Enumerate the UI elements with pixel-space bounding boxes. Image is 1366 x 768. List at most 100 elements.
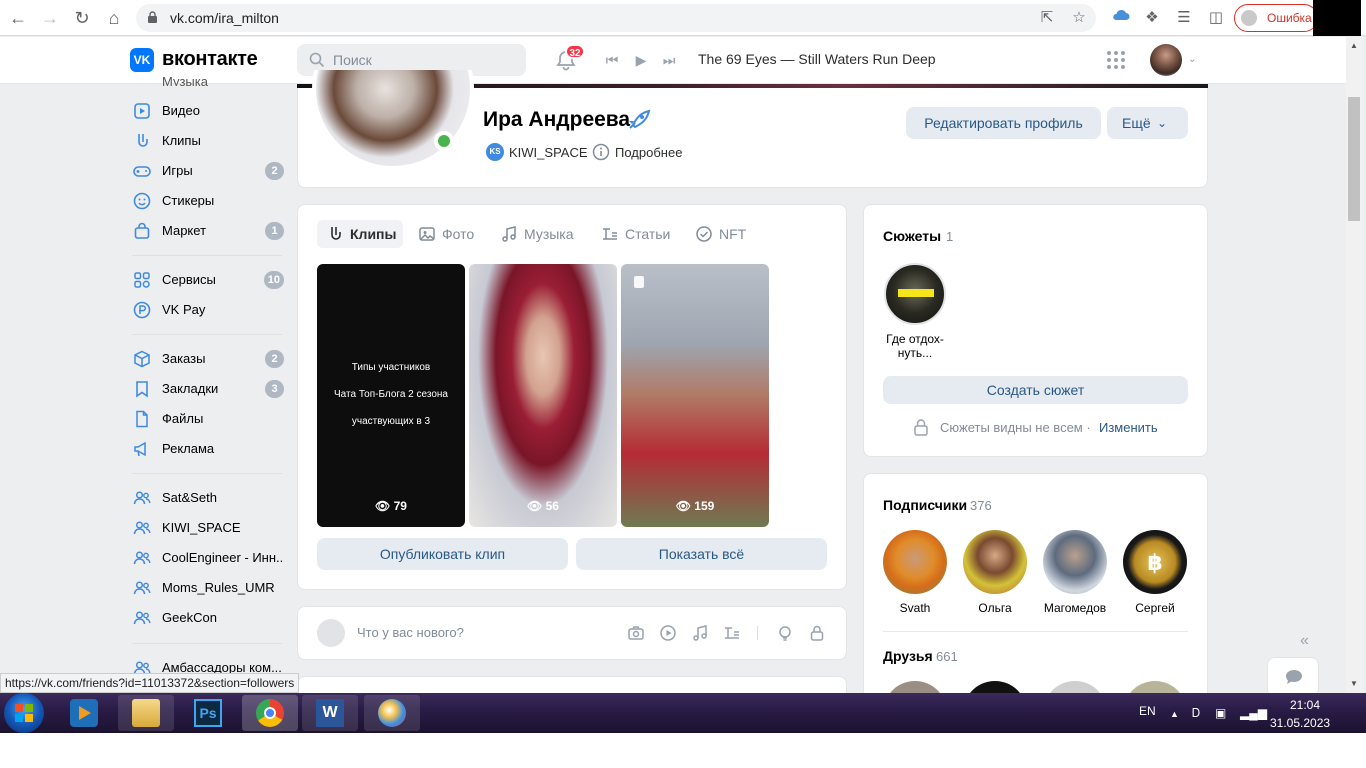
article-icon[interactable] [723, 624, 741, 642]
stories-title[interactable]: Сюжеты [883, 228, 941, 244]
cloud-extension-icon[interactable] [1110, 7, 1132, 29]
clock-time[interactable]: 21:04 [1280, 698, 1330, 712]
next-track-icon[interactable]: ⏭ [660, 51, 678, 69]
sidebar-item-видео[interactable]: Видео [132, 96, 284, 126]
story-thumbnail[interactable] [884, 263, 946, 325]
change-privacy-link[interactable]: Изменить [1099, 420, 1158, 435]
bluetooth-icon[interactable]: Ꭰ [1192, 706, 1200, 721]
taskbar-media-player[interactable] [56, 695, 112, 731]
scroll-up-arrow-icon[interactable]: ▲ [1350, 41, 1358, 50]
side-panel-icon[interactable]: ◫ [1205, 7, 1227, 29]
start-button[interactable] [4, 693, 44, 733]
media-playlist-icon[interactable]: ☰ [1173, 7, 1195, 29]
sidebar-item-vk-pay[interactable]: VK Pay [132, 295, 284, 325]
file-icon [136, 410, 148, 428]
extensions-puzzle-icon[interactable]: ❖ [1141, 7, 1163, 29]
page-scrollbar[interactable]: ▲ ▼ [1346, 37, 1363, 693]
show-all-clips-button[interactable]: Показать всё [576, 538, 827, 570]
scrollbar-thumb[interactable] [1348, 97, 1360, 221]
share-icon[interactable]: ⇱ [1036, 7, 1058, 29]
vk-logo-text[interactable]: вконтакте [162, 48, 258, 71]
taskbar-paint[interactable] [364, 695, 420, 731]
group-link[interactable]: KIWI_SPACE [509, 145, 588, 160]
profile-error-button[interactable]: Ошибка [1234, 4, 1318, 32]
power-plug-icon[interactable]: ▣ [1215, 706, 1226, 720]
language-indicator[interactable]: EN [1139, 704, 1156, 718]
sidebar-item-geekcon[interactable]: GeekCon [132, 603, 284, 633]
clip-thumbnail[interactable]: 👁 159 [621, 264, 769, 527]
profile-details-link[interactable]: Подробнее [615, 145, 682, 160]
now-playing-track[interactable]: The 69 Eyes — Still Waters Run Deep [698, 51, 936, 67]
sidebar-item-маркет[interactable]: Маркет 1 [132, 216, 284, 246]
sidebar-item-music[interactable]: Музыка [132, 70, 284, 86]
subscribers-title[interactable]: Подписчики [883, 497, 967, 513]
edit-profile-button[interactable]: Редактировать профиль [906, 107, 1101, 139]
subscriber-name[interactable]: Ольга [955, 601, 1035, 615]
rocket-badge-icon[interactable] [626, 108, 652, 132]
sidebar-item-заказы[interactable]: Заказы 2 [132, 344, 284, 374]
back-arrow-icon[interactable]: ← [6, 6, 30, 30]
scroll-down-arrow-icon[interactable]: ▼ [1350, 679, 1358, 688]
subscriber-name[interactable]: Магомедов [1035, 601, 1115, 615]
play-icon[interactable]: ▶ [632, 51, 650, 69]
sidebar-item-закладки[interactable]: Закладки 3 [132, 374, 284, 404]
below-screen-area [0, 733, 1366, 768]
clip-thumbnail[interactable]: 👁 56 [469, 264, 617, 527]
forward-arrow-icon[interactable]: → [38, 6, 62, 30]
taskbar-word[interactable]: W [302, 695, 358, 731]
collapse-panel-icon[interactable]: « [1300, 632, 1309, 650]
sidebar-item-игры[interactable]: Игры 2 [132, 156, 284, 186]
home-icon[interactable]: ⌂ [102, 6, 126, 30]
create-story-button[interactable]: Создать сюжет [883, 376, 1188, 404]
sidebar-item-label: Видео [162, 103, 200, 118]
chat-button[interactable] [1267, 657, 1319, 697]
sidebar-item-реклама[interactable]: Реклама [132, 434, 284, 464]
sidebar-item-label: Sat&Seth [162, 490, 217, 505]
vk-logo-icon[interactable]: VK [130, 48, 154, 72]
clip-thumbnail[interactable]: Типы участников Чата Топ-Блога 2 сезона … [317, 264, 465, 527]
search-icon [309, 52, 325, 68]
signal-bars-icon[interactable]: ▂▄▆ [1240, 706, 1267, 720]
sidebar-item-клипы[interactable]: Клипы [132, 126, 284, 156]
video-play-icon[interactable] [659, 624, 677, 642]
address-bar[interactable]: vk.com/ira_milton ⇱ ☆ [136, 4, 1096, 32]
taskbar-chrome[interactable] [242, 695, 298, 731]
tray-expand-icon[interactable]: ▲ [1170, 709, 1179, 719]
taskbar-explorer[interactable] [118, 695, 174, 731]
story-caption[interactable]: Где отдох-нуть... [880, 332, 950, 360]
sidebar-item-сервисы[interactable]: Сервисы 10 [132, 265, 284, 295]
sidebar-item-стикеры[interactable]: Стикеры [132, 186, 284, 216]
sidebar-item-moms-rules-umr[interactable]: Moms_Rules_UMR [132, 573, 284, 603]
composer-placeholder[interactable]: Что у вас нового? [357, 625, 464, 640]
idea-bulb-icon[interactable] [776, 624, 794, 642]
search-placeholder: Поиск [333, 52, 372, 68]
kiwi-space-group-icon[interactable]: KS [486, 143, 504, 161]
bookmark-star-icon[interactable]: ☆ [1068, 7, 1090, 29]
sidebar-item-файлы[interactable]: Файлы [132, 404, 284, 434]
subscriber-name[interactable]: Svath [875, 601, 955, 615]
apps-grid-icon[interactable] [1106, 50, 1126, 70]
subscriber-avatar[interactable] [1043, 530, 1107, 594]
lock-icon[interactable] [808, 624, 826, 642]
subscriber-avatar[interactable]: ฿ [1123, 530, 1187, 594]
chevron-down-icon[interactable]: ⌄ [1188, 54, 1196, 65]
gamepad-icon [133, 166, 151, 177]
camera-icon[interactable] [627, 624, 645, 642]
subscriber-avatar[interactable] [963, 530, 1027, 594]
publish-clip-button[interactable]: Опубликовать клип [317, 538, 568, 570]
previous-track-icon[interactable]: ⏮ [603, 51, 621, 69]
sidebar-item-kiwi-space[interactable]: KIWI_SPACE [132, 513, 284, 543]
more-button[interactable]: Ещё ⌄ [1107, 107, 1188, 139]
music-note-icon[interactable] [691, 624, 709, 642]
info-icon[interactable] [592, 143, 610, 161]
clock-date[interactable]: 31.05.2023 [1270, 716, 1330, 730]
friends-title[interactable]: Друзья [883, 648, 933, 664]
subscriber-avatar[interactable] [883, 530, 947, 594]
group-icon [133, 581, 151, 595]
sidebar-item-sat-seth[interactable]: Sat&Seth [132, 483, 284, 513]
reload-icon[interactable]: ↻ [70, 6, 94, 30]
subscriber-name[interactable]: Сергей [1115, 601, 1195, 615]
sidebar-item-coolengineer-инн-[interactable]: CoolEngineer - Инн... [132, 543, 284, 573]
user-avatar[interactable] [1150, 44, 1182, 76]
taskbar-photoshop[interactable]: Ps [180, 695, 236, 731]
